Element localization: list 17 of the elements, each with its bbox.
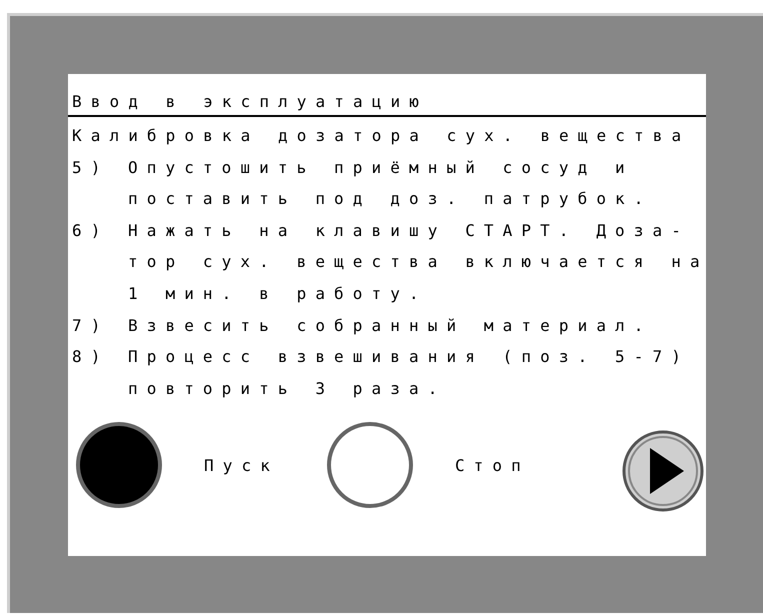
play-button[interactable] [622,430,704,512]
screen-title: Ввод в эксплуатацию [68,74,706,117]
step-text: Опустошить приёмный сосуд и [128,156,634,179]
step-text: Нажать на клавишу СТАРТ. Доза- [128,220,690,242]
indicator-label: Пуск [204,456,279,475]
step-text: тор сух. вещества включается на [128,251,709,274]
step-number: 6) [72,220,110,242]
step-text: поставить под доз. патрубок. [128,188,653,210]
step-text: 1 мин. в работу. [128,282,428,305]
section-heading: Калибровка дозатора сух. вещества [72,125,692,147]
step-text: Процесс взвешивания (поз. 5-7) [128,346,690,368]
step-number: 8) [72,346,110,368]
step-number: 5) [72,156,110,179]
step-text: Взвесить собранный материал. [128,314,653,337]
indicator-label: Стоп [454,456,530,475]
step-text: повторить 3 раза. [128,378,446,400]
step-number: 7) [72,314,110,337]
